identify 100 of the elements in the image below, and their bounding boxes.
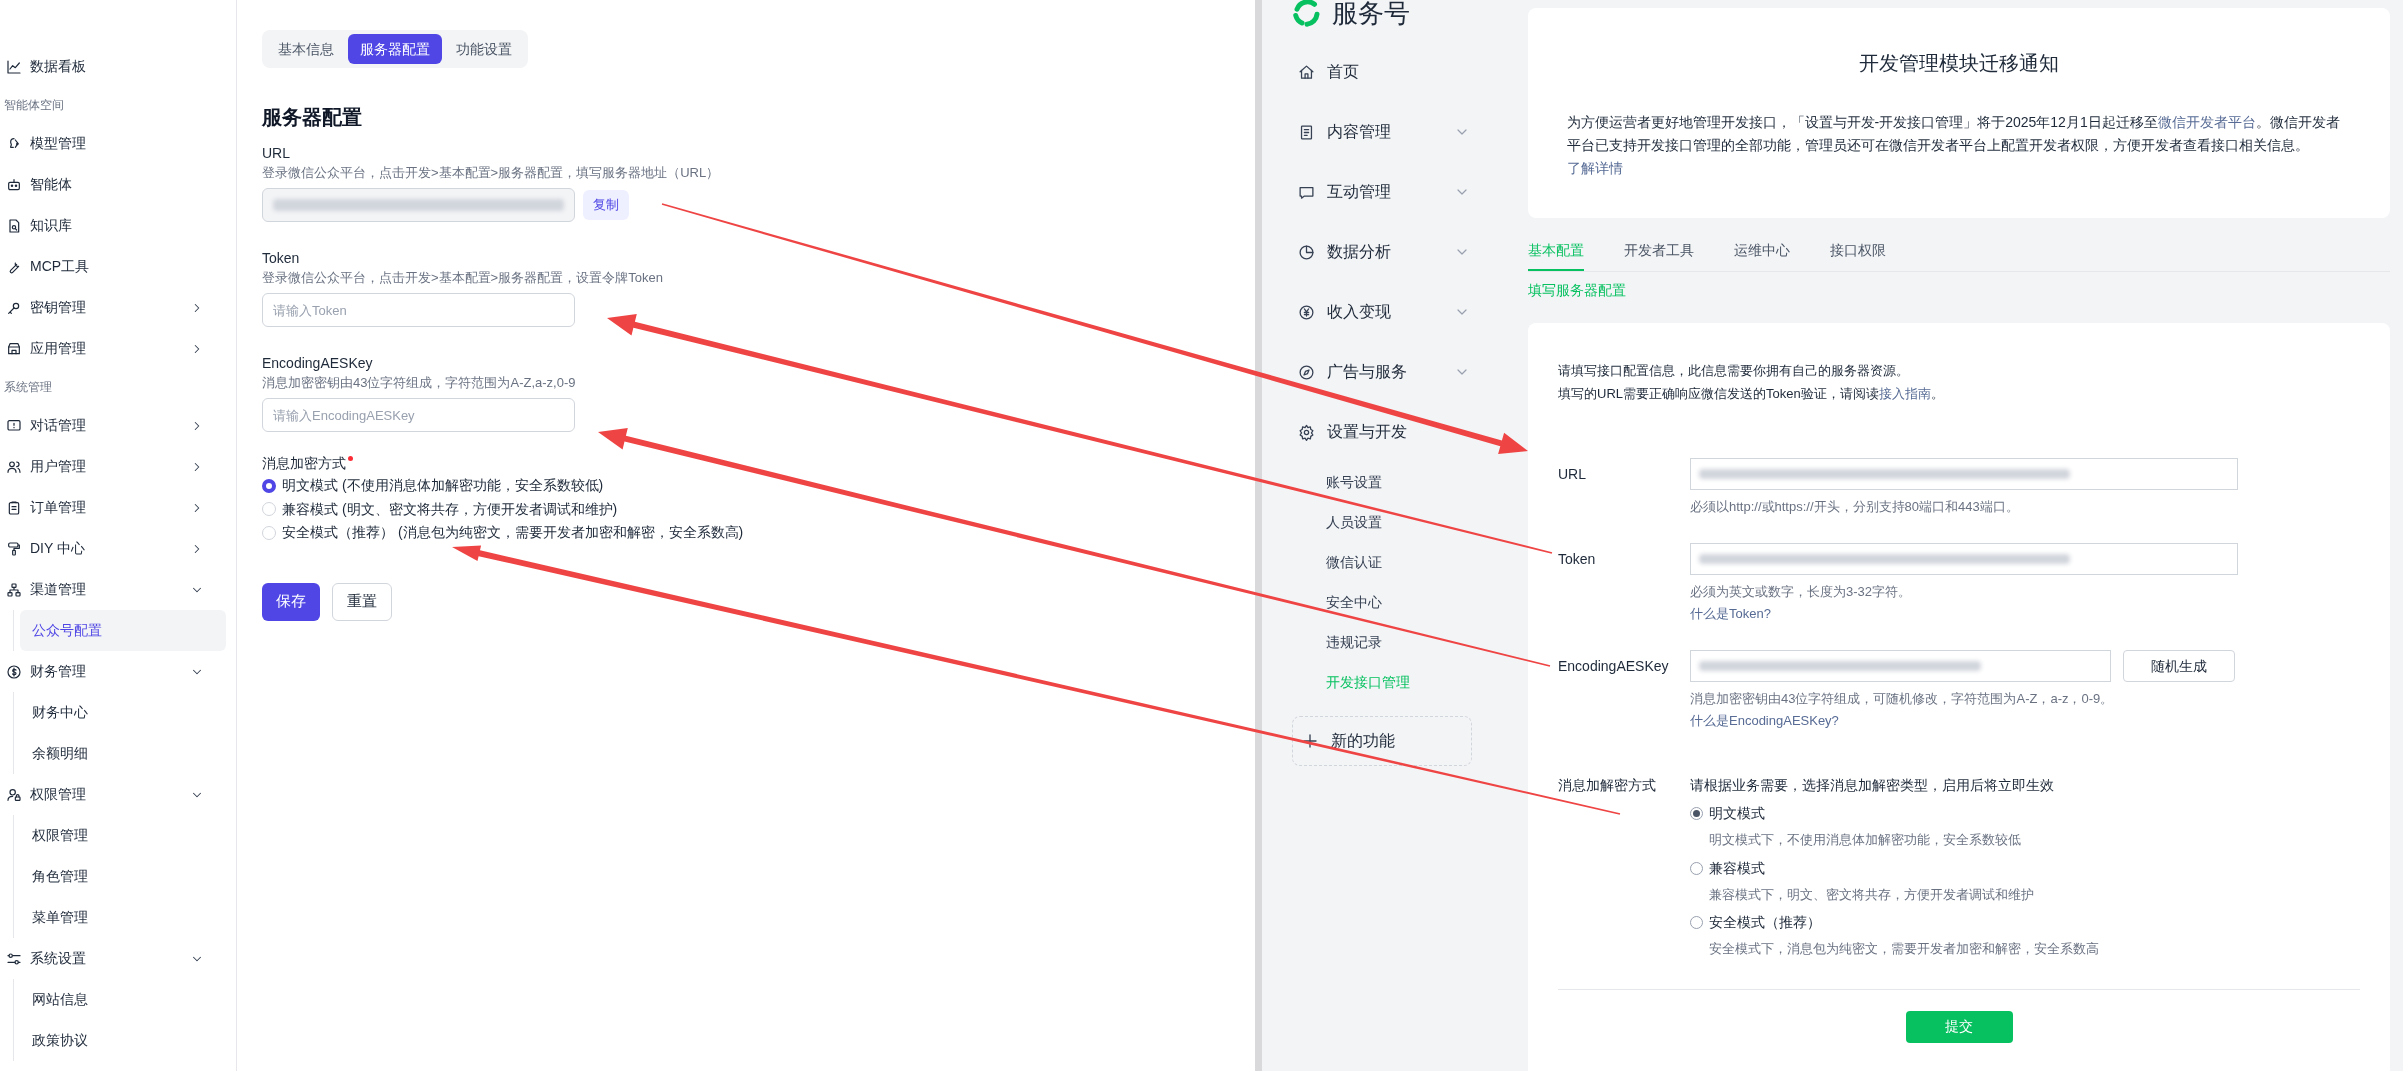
nav-item[interactable]: 密钥管理 xyxy=(0,287,226,328)
nav-subitem[interactable]: 菜单管理 xyxy=(20,897,226,938)
tab[interactable]: 功能设置 xyxy=(444,34,524,64)
section-label: 智能体空间 xyxy=(3,97,65,114)
nav-item[interactable]: 数据看板 xyxy=(0,46,226,87)
radio-button[interactable] xyxy=(1690,916,1703,929)
input-field[interactable] xyxy=(1690,458,2238,490)
nav-item[interactable]: 数据分析 xyxy=(1292,222,1500,282)
nav-item[interactable]: 应用管理 xyxy=(0,328,226,369)
intro-text: 填写的URL需要正确响应微信发送的Token验证，请阅读接入指南。 xyxy=(1558,385,1945,403)
field-hint: 消息加密密钥由43位字符组成，可随机修改，字符范围为A-Z，a-z，0-9。 xyxy=(1690,690,2115,708)
help-link[interactable]: 什么是Token? xyxy=(1690,605,1771,623)
notice-title: 开发管理模块迁移通知 xyxy=(1859,51,2059,76)
input-field[interactable]: 请输入Token xyxy=(262,293,575,327)
notice-link[interactable]: 微信开发者平台 xyxy=(2157,114,2256,130)
field-label: Token xyxy=(1558,549,1597,569)
tab[interactable]: 运维中心 xyxy=(1734,240,1790,271)
tab[interactable]: 服务器配置 xyxy=(348,34,442,64)
home-icon xyxy=(1298,63,1315,81)
nav-subitem[interactable]: 财务中心 xyxy=(20,692,226,733)
nav-subitem[interactable]: 余额明细 xyxy=(20,733,226,774)
nav-subitem[interactable]: 公众号配置 xyxy=(20,610,226,651)
field-label: EncodingAESKey xyxy=(262,354,374,372)
section-heading: 服务器配置 xyxy=(262,105,363,130)
paint-roller-icon xyxy=(6,540,22,557)
nav-subitem[interactable]: 微信认证 xyxy=(1292,542,1500,582)
nav-item[interactable]: 内容管理 xyxy=(1292,102,1500,162)
intro-text: 请填写接口配置信息，此信息需要你拥有自己的服务器资源。 xyxy=(1558,362,1910,380)
settings-icon xyxy=(1298,423,1315,441)
logo-icon xyxy=(1292,0,1322,28)
radio-button[interactable] xyxy=(1690,861,1703,875)
users-icon xyxy=(6,458,22,475)
nav-item[interactable]: 智能体 xyxy=(0,164,226,205)
notice-link[interactable]: 了解详情 xyxy=(1566,160,1623,176)
field-label: URL xyxy=(1558,464,1587,484)
reset-button[interactable]: 重置 xyxy=(332,582,392,621)
field-description: 登录微信公众平台，点击开发>基本配置>服务器配置，填写服务器地址（URL） xyxy=(262,164,721,182)
url-field[interactable] xyxy=(262,188,575,222)
nav-item[interactable]: 权限管理 xyxy=(0,774,226,815)
radio-label: 兼容模式 (明文、密文将共存，方便开发者调试和维护) xyxy=(282,499,618,519)
nav-subitem[interactable]: 安全中心 xyxy=(1292,582,1500,622)
chart-icon xyxy=(6,58,22,75)
nav-subitem[interactable]: 政策协议 xyxy=(20,1020,226,1061)
dollar-icon xyxy=(6,663,22,680)
field-label: 消息加解密方式 xyxy=(1558,776,1657,795)
input-field[interactable]: 请输入EncodingAESKey xyxy=(262,398,575,432)
section-title: 填写服务器配置 xyxy=(1528,281,1627,300)
nav-subitem[interactable]: 违规记录 xyxy=(1292,622,1500,662)
option-description: 安全模式下，消息包为纯密文，需要开发者加密和解密，安全系数高 xyxy=(1708,940,2100,958)
store-icon xyxy=(6,340,22,357)
generate-button[interactable]: 随机生成 xyxy=(2123,650,2235,682)
nav-item[interactable]: 渠道管理 xyxy=(0,569,226,610)
tab[interactable]: 接口权限 xyxy=(1830,240,1886,271)
radio-label: 明文模式 (不使用消息体加解密功能，安全系数较低) xyxy=(282,476,604,496)
nav-item[interactable]: 用户管理 xyxy=(0,446,226,487)
nav-item[interactable]: 订单管理 xyxy=(0,487,226,528)
nav-item[interactable]: 对话管理 xyxy=(0,405,226,446)
guide-link[interactable]: 接入指南 xyxy=(1878,386,1931,401)
help-link[interactable]: 什么是EncodingAESKey? xyxy=(1690,712,1839,730)
field-label: EncodingAESKey xyxy=(1558,656,1670,676)
input-field[interactable] xyxy=(1690,543,2238,575)
nav-subitem[interactable]: 角色管理 xyxy=(20,856,226,897)
section-label: 系统管理 xyxy=(3,379,53,396)
save-button[interactable]: 保存 xyxy=(262,582,320,621)
hierarchy-icon xyxy=(6,581,22,598)
nav-subitem[interactable]: 权限管理 xyxy=(20,815,226,856)
radio-label: 明文模式 xyxy=(1709,804,1765,823)
nav-item[interactable]: 系统设置 xyxy=(0,938,226,979)
field-description: 请根据业务需要，选择消息加解密类型，启用后将立即生效 xyxy=(1690,776,2055,795)
nav-item[interactable]: DIY 中心 xyxy=(0,528,226,569)
nav-item[interactable]: 财务管理 xyxy=(0,651,226,692)
nav-item[interactable]: MCP工具 xyxy=(0,246,226,287)
nav-item[interactable]: 首页 xyxy=(1292,42,1500,102)
compass-icon xyxy=(1298,363,1315,381)
field-hint: 必须以http://或https://开头，分别支持80端口和443端口。 xyxy=(1690,498,2020,516)
field-label: 消息加密方式 xyxy=(262,454,346,473)
nav-item[interactable]: 模型管理 xyxy=(0,123,226,164)
nav-subitem[interactable]: 账号设置 xyxy=(1292,462,1500,502)
radio-button[interactable] xyxy=(1690,807,1703,820)
copy-button[interactable]: 复制 xyxy=(583,190,629,220)
option-description: 明文模式下，不使用消息体加解密功能，安全系数较低 xyxy=(1708,831,2022,849)
chat-icon xyxy=(6,417,22,434)
nav-subitem[interactable]: 网站信息 xyxy=(20,979,226,1020)
radio-label: 兼容模式 xyxy=(1709,858,1765,878)
tab[interactable]: 基本信息 xyxy=(266,34,346,64)
radio-button[interactable] xyxy=(262,478,276,493)
input-field[interactable] xyxy=(1690,650,2111,682)
nav-item[interactable]: 收入变现 xyxy=(1292,282,1500,342)
nav-subitem[interactable]: 人员设置 xyxy=(1292,502,1500,542)
nav-item[interactable]: 互动管理 xyxy=(1292,162,1500,222)
tab[interactable]: 开发者工具 xyxy=(1624,240,1694,271)
field-label: Token xyxy=(262,249,301,267)
nav-item[interactable]: 广告与服务 xyxy=(1292,342,1500,402)
nav-item[interactable]: 设置与开发 xyxy=(1292,402,1500,462)
notice-text: 为方便运营者更好地管理开发接口，「设置与开发-开发接口管理」将于2025年12月1日起迁移至微信开发者平台。微信开发者平台已支持开发接口管理的全部功能，管理员还可在微信开发者平台上配置开发者权限，方便开发者查看接口相关信息。 了解详情 xyxy=(1566,113,2341,178)
field-label: URL xyxy=(262,144,291,162)
field-hint: 必须为英文或数字，长度为3-32字符。 xyxy=(1690,583,1913,601)
nav-item[interactable]: 知识库 xyxy=(0,205,226,246)
sliders-icon xyxy=(6,950,22,967)
yen-coin-icon xyxy=(1298,303,1315,321)
